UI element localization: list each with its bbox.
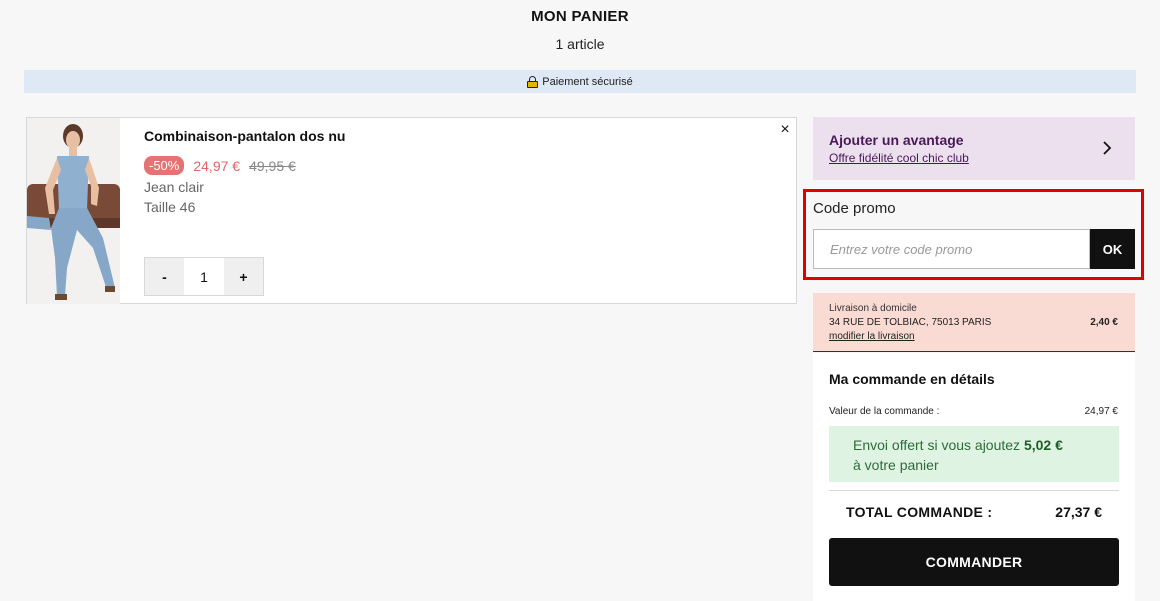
add-advantage-panel[interactable]: Ajouter un avantage Offre fidélité cool …	[813, 117, 1135, 180]
divider	[829, 490, 1119, 491]
discount-badge: -50%	[144, 156, 185, 175]
shipping-offer-prefix: Envoi offert si vous ajoutez	[853, 437, 1021, 453]
promo-code-input[interactable]	[813, 229, 1090, 269]
order-button[interactable]: COMMANDER	[829, 538, 1119, 586]
delivery-price: 2,40 €	[1090, 317, 1118, 328]
delivery-type: Livraison à domicile	[829, 303, 917, 314]
order-value-label: Valeur de la commande :	[829, 406, 940, 417]
page-title: MON PANIER	[531, 8, 629, 25]
shipping-offer-amount: 5,02 €	[1023, 437, 1063, 453]
secure-payment-bar: Paiement sécurisé	[24, 70, 1136, 93]
lock-icon	[527, 75, 539, 88]
cart-item: Combinaison-pantalon dos nu × -50% 24,97…	[26, 117, 797, 304]
price-row: -50% 24,97 € 49,95 €	[144, 156, 296, 175]
chevron-right-icon	[1103, 141, 1112, 155]
shipping-offer-suffix: à votre panier	[853, 457, 939, 473]
total-label: TOTAL COMMANDE :	[846, 504, 993, 520]
order-value: 24,97 €	[1084, 406, 1118, 417]
order-details-panel: Ma commande en détails Valeur de la comm…	[813, 353, 1135, 601]
promo-label: Code promo	[813, 200, 896, 217]
free-shipping-offer: Envoi offert si vous ajoutez 5,02 € à vo…	[829, 426, 1119, 482]
secure-payment-label: Paiement sécurisé	[542, 75, 633, 88]
quantity-stepper: - 1 +	[144, 257, 264, 296]
modify-delivery-link[interactable]: modifier la livraison	[829, 331, 915, 342]
decrease-quantity-button[interactable]: -	[145, 258, 184, 295]
delivery-address: 34 RUE DE TOLBIAC, 75013 PARIS	[829, 317, 992, 328]
delivery-panel: Livraison à domicile 34 RUE DE TOLBIAC, …	[813, 293, 1135, 352]
product-name[interactable]: Combinaison-pantalon dos nu	[144, 128, 345, 144]
quantity-value: 1	[184, 258, 224, 295]
promo-ok-button[interactable]: OK	[1090, 229, 1135, 269]
advantage-title: Ajouter un avantage	[829, 132, 964, 148]
total-value: 27,37 €	[1055, 504, 1102, 520]
close-icon[interactable]: ×	[777, 122, 793, 138]
product-size: Taille 46	[144, 199, 196, 215]
order-details-title: Ma commande en détails	[829, 371, 995, 387]
current-price: 24,97 €	[193, 157, 241, 174]
loyalty-offer-link[interactable]: Offre fidélité cool chic club	[829, 151, 969, 165]
increase-quantity-button[interactable]: +	[224, 258, 263, 295]
article-count: 1 article	[555, 36, 605, 52]
product-image[interactable]	[27, 118, 120, 304]
product-color: Jean clair	[144, 179, 204, 195]
old-price: 49,95 €	[249, 157, 296, 174]
